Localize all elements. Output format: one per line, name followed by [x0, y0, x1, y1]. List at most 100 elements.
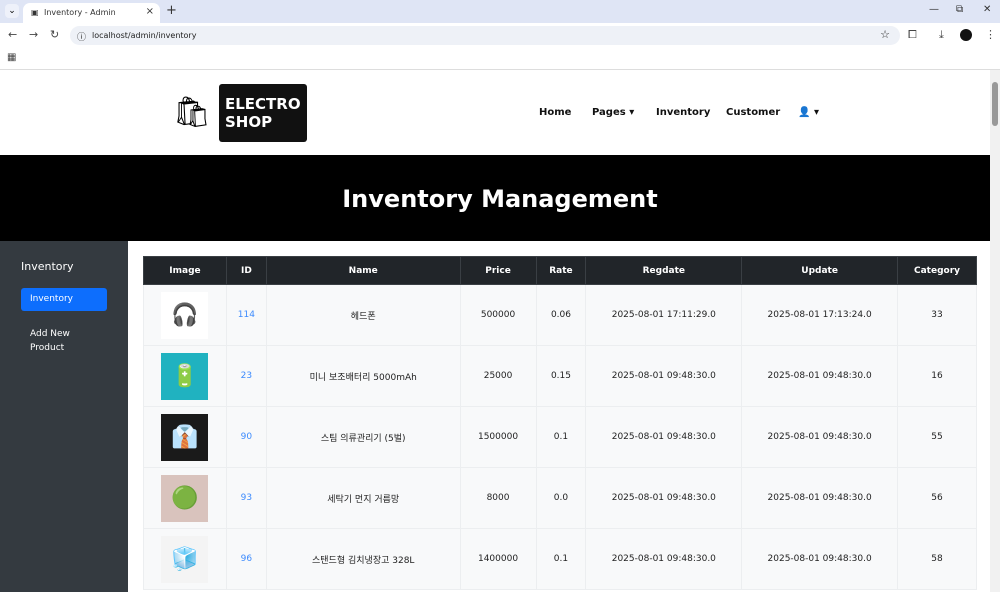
product-regdate: 2025-08-01 09:48:30.0	[585, 406, 743, 468]
product-id-link[interactable]: 23	[225, 345, 267, 407]
nav-home[interactable]: Home	[539, 107, 571, 118]
product-id-link[interactable]: 114	[225, 284, 267, 346]
logo-text-1: ELECTRO	[225, 95, 301, 113]
product-category: 55	[897, 406, 977, 468]
favicon-icon: ▣	[31, 8, 39, 17]
product-name: 세탁기 먼지 거름망	[265, 467, 461, 529]
electro-shop-logo[interactable]: 🛍 ELECTRO SHOP	[170, 84, 307, 142]
nav-pages-label: Pages	[592, 107, 626, 118]
nav-inventory[interactable]: Inventory	[656, 107, 710, 118]
image-cell: 🧊	[143, 528, 227, 590]
product-price: 1400000	[459, 528, 537, 590]
product-regdate: 2025-08-01 09:48:30.0	[585, 345, 743, 407]
site-navbar: 🛍 ELECTRO SHOP Home Pages ▾ Inventory Cus…	[0, 70, 1000, 155]
image-cell: 🟢	[143, 467, 227, 529]
product-price: 500000	[459, 284, 537, 346]
nav-pages[interactable]: Pages ▾	[592, 107, 634, 118]
product-name: 헤드폰	[265, 284, 461, 346]
profile-avatar[interactable]	[960, 29, 972, 41]
page-title: Inventory Management	[0, 155, 1000, 241]
column-header: Price	[459, 256, 537, 285]
url-text: localhost/admin/inventory	[92, 31, 197, 40]
product-name: 스탠드형 김치냉장고 328L	[265, 528, 461, 590]
close-tab-icon[interactable]: ×	[146, 6, 154, 17]
product-rate: 0.06	[535, 284, 587, 346]
product-update: 2025-08-01 09:48:30.0	[741, 528, 898, 590]
download-icon[interactable]: ⤓	[939, 28, 944, 42]
product-id-link[interactable]: 96	[225, 528, 267, 590]
browser-tab[interactable]: ▣ Inventory - Admin ×	[23, 3, 160, 23]
bookmark-star-icon[interactable]: ☆	[880, 28, 890, 41]
new-tab-icon[interactable]: +	[166, 3, 177, 18]
fridge-icon: 🧊	[161, 535, 209, 583]
caret-down-icon: ▾	[813, 107, 819, 118]
column-header: Update	[741, 256, 898, 285]
inventory-table: Image ID Name Price Rate Regdate Update Categor…	[143, 256, 977, 590]
forward-icon[interactable]: →	[29, 28, 38, 41]
product-rate: 0.0	[535, 467, 587, 529]
minimize-icon[interactable]: —	[929, 4, 939, 15]
product-regdate: 2025-08-01 17:11:29.0	[585, 284, 743, 346]
tab-search-icon[interactable]: ⌄	[5, 4, 19, 18]
image-cell: 👔	[143, 406, 227, 468]
product-name: 스팀 의류관리기 (5벌)	[265, 406, 461, 468]
back-icon[interactable]: ←	[8, 28, 17, 41]
product-update: 2025-08-01 09:48:30.0	[741, 345, 898, 407]
scrollbar[interactable]	[990, 70, 1000, 592]
sidebar-item-add-new-product[interactable]: Add New Product	[30, 327, 100, 355]
shopping-bag-icon: 🛍	[172, 95, 212, 130]
table-row: 👔 90 스팀 의류관리기 (5벌) 1500000 0.1 2025-08-0…	[143, 406, 977, 468]
product-rate: 0.15	[535, 345, 587, 407]
filter-icon: 🟢	[161, 474, 209, 522]
product-price: 1500000	[459, 406, 537, 468]
product-rate: 0.1	[535, 406, 587, 468]
apps-icon[interactable]: ▦	[7, 52, 16, 63]
product-name: 미니 보조배터리 5000mAh	[265, 345, 461, 407]
product-price: 8000	[459, 467, 537, 529]
logo-text-2: SHOP	[225, 113, 273, 131]
image-cell: 🎧	[143, 284, 227, 346]
column-header: ID	[225, 256, 267, 285]
user-menu[interactable]: 👤 ▾	[798, 107, 819, 118]
user-icon: 👤	[798, 107, 811, 118]
more-menu-icon[interactable]: ⋮	[985, 28, 996, 41]
column-header: Image	[143, 256, 227, 285]
scrollbar-thumb[interactable]	[992, 82, 998, 126]
caret-down-icon: ▾	[629, 107, 635, 118]
product-id-link[interactable]: 93	[225, 467, 267, 529]
sidebar-heading: Inventory	[21, 260, 74, 273]
product-regdate: 2025-08-01 09:48:30.0	[585, 528, 743, 590]
extensions-icon[interactable]: ⧠	[908, 28, 917, 42]
table-row: 🟢 93 세탁기 먼지 거름망 8000 0.0 2025-08-01 09:4…	[143, 467, 977, 529]
headphones-icon: 🎧	[161, 291, 209, 339]
product-update: 2025-08-01 17:13:24.0	[741, 284, 898, 346]
product-rate: 0.1	[535, 528, 587, 590]
table-row: 🧊 96 스탠드형 김치냉장고 328L 1400000 0.1 2025-08…	[143, 528, 977, 590]
product-update: 2025-08-01 09:48:30.0	[741, 467, 898, 529]
browser-tab-bar: ⌄ ▣ Inventory - Admin × + — ⧉ ✕	[0, 0, 1000, 23]
product-price: 25000	[459, 345, 537, 407]
url-input[interactable]: ⓘ localhost/admin/inventory ☆	[70, 26, 900, 45]
battery-icon: 🔋	[161, 352, 209, 400]
nav-customer[interactable]: Customer	[726, 107, 780, 118]
address-bar-row: ← → ↻ ⓘ localhost/admin/inventory ☆ ⧠ ⤓ …	[0, 23, 1000, 48]
sidebar: Inventory Inventory Add New Product	[0, 241, 128, 592]
clothes-care-icon: 👔	[161, 413, 209, 461]
product-category: 56	[897, 467, 977, 529]
site-info-icon[interactable]: ⓘ	[77, 30, 86, 43]
product-category: 33	[897, 284, 977, 346]
restore-icon[interactable]: ⧉	[956, 4, 963, 15]
bookmarks-bar: ▦	[0, 48, 1000, 70]
product-update: 2025-08-01 09:48:30.0	[741, 406, 898, 468]
column-header: Regdate	[585, 256, 743, 285]
product-regdate: 2025-08-01 09:48:30.0	[585, 467, 743, 529]
product-id-link[interactable]: 90	[225, 406, 267, 468]
column-header: Category	[897, 256, 977, 285]
column-header: Name	[265, 256, 461, 285]
sidebar-item-inventory[interactable]: Inventory	[21, 288, 107, 311]
reload-icon[interactable]: ↻	[50, 28, 59, 41]
close-window-icon[interactable]: ✕	[983, 4, 991, 15]
table-row: 🎧 114 헤드폰 500000 0.06 2025-08-01 17:11:2…	[143, 284, 977, 346]
table-row: 🔋 23 미니 보조배터리 5000mAh 25000 0.15 2025-08…	[143, 345, 977, 407]
product-category: 58	[897, 528, 977, 590]
